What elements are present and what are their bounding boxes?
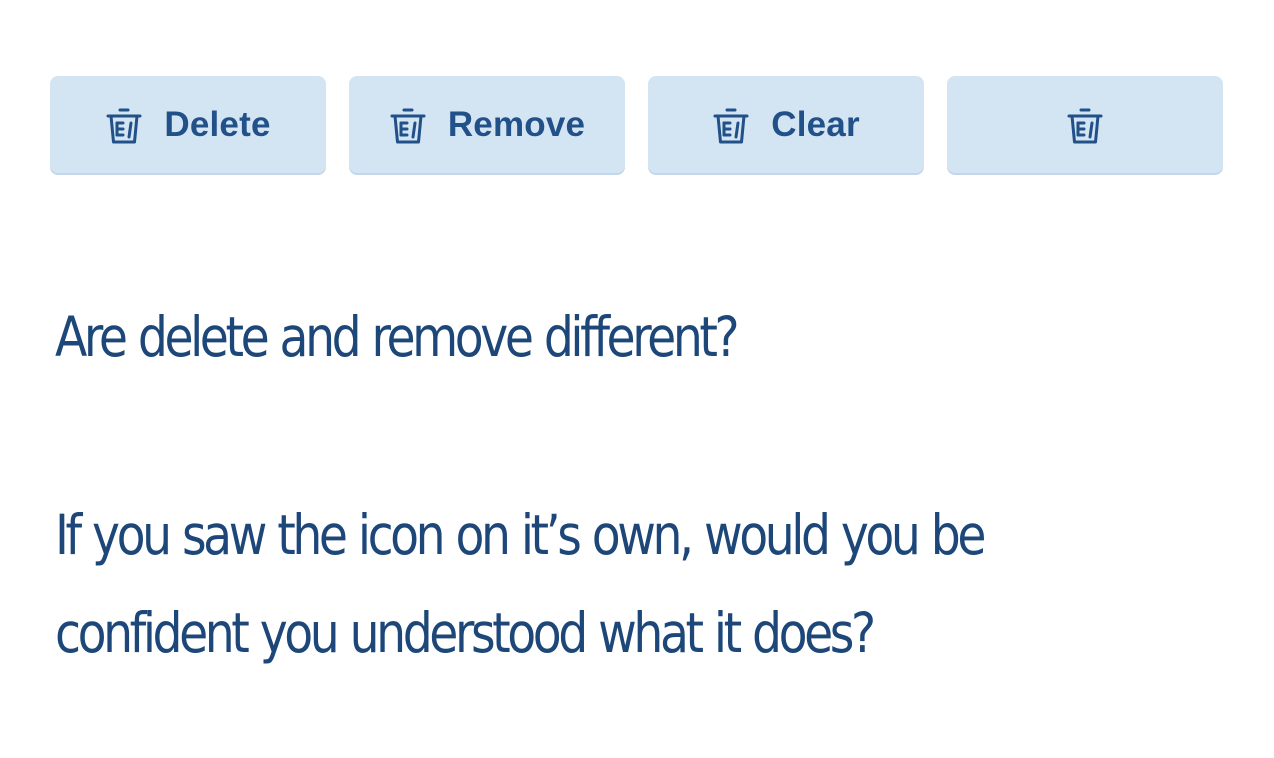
trash-icon	[1066, 104, 1104, 146]
delete-button[interactable]: Delete	[50, 76, 326, 173]
trash-icon	[389, 104, 427, 146]
button-row: Delete Remove Clear	[50, 76, 1223, 173]
clear-button[interactable]: Clear	[648, 76, 924, 173]
remove-button-label: Remove	[447, 104, 586, 144]
delete-button-label: Delete	[164, 104, 271, 144]
trash-icon	[105, 104, 143, 146]
clear-button-label: Clear	[771, 104, 860, 144]
icon-only-delete-button[interactable]	[947, 76, 1223, 173]
question-delete-vs-remove: Are delete and remove different?	[55, 305, 740, 369]
question-icon-only: If you saw the icon on it’s own, would y…	[55, 503, 986, 665]
remove-button[interactable]: Remove	[349, 76, 625, 173]
trash-icon	[712, 104, 750, 146]
